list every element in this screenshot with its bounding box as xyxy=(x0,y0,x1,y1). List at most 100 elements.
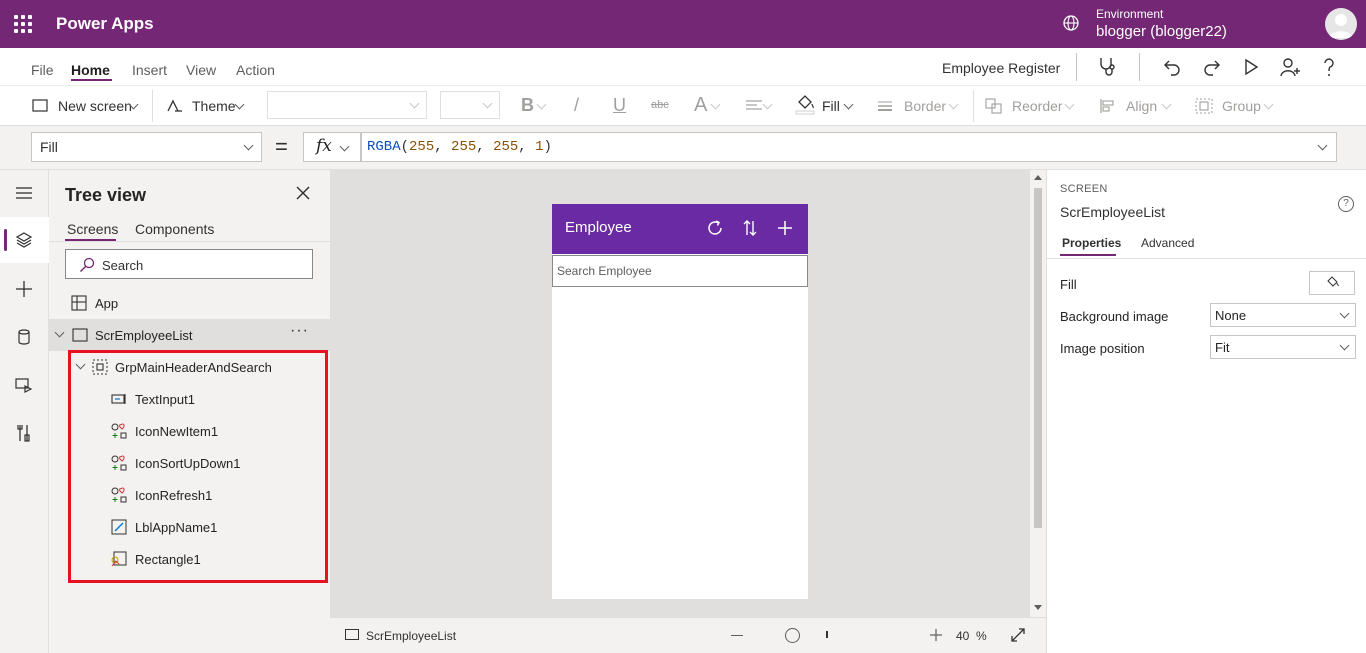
product-title[interactable]: Power Apps xyxy=(56,14,154,34)
person-icon xyxy=(1329,14,1353,38)
font-size-dropdown[interactable] xyxy=(440,91,500,119)
top-bar: Power Apps Environment blogger (blogger2… xyxy=(0,0,1366,48)
help-icon[interactable]: ? xyxy=(1338,196,1354,212)
menu-action[interactable]: Action xyxy=(236,62,275,78)
chevron-down-icon xyxy=(234,99,245,110)
chevron-down-icon[interactable] xyxy=(54,327,65,338)
zoom-value[interactable]: 40 xyxy=(956,629,969,643)
insert-nav-button[interactable] xyxy=(0,266,49,312)
fit-to-window-icon[interactable] xyxy=(1010,627,1026,643)
font-family-dropdown[interactable] xyxy=(267,91,427,119)
app-launcher-icon[interactable] xyxy=(14,15,32,33)
new-screen-button[interactable]: New screen xyxy=(58,98,132,114)
current-screen-name[interactable]: ScrEmployeeList xyxy=(366,629,456,643)
tab-components[interactable]: Components xyxy=(135,221,214,237)
image-position-dropdown[interactable]: Fit xyxy=(1210,335,1356,359)
zoom-slider-knob[interactable] xyxy=(785,628,800,643)
play-preview-icon[interactable] xyxy=(1240,56,1262,78)
scrollbar-thumb[interactable] xyxy=(1034,188,1042,528)
chevron-down-icon xyxy=(710,99,721,110)
background-image-dropdown[interactable]: None xyxy=(1210,303,1356,327)
border-button[interactable]: Border xyxy=(904,98,946,114)
tab-properties[interactable]: Properties xyxy=(1062,236,1121,250)
refresh-icon[interactable] xyxy=(705,218,725,238)
environment-name[interactable]: blogger (blogger22) xyxy=(1096,23,1227,40)
menu-file[interactable]: File xyxy=(31,62,54,78)
selected-control-name[interactable]: ScrEmployeeList xyxy=(1060,204,1165,220)
menu-home[interactable]: Home xyxy=(71,62,110,78)
group-icon[interactable] xyxy=(1195,98,1213,114)
zoom-unit: % xyxy=(976,629,987,643)
chevron-down-icon xyxy=(1339,308,1350,319)
formula-input[interactable]: RGBA(255, 255, 255, 1) xyxy=(361,132,1337,162)
group-button[interactable]: Group xyxy=(1222,98,1261,114)
function-picker-button[interactable]: fx xyxy=(303,132,361,162)
divider xyxy=(49,241,330,242)
canvas-vertical-scrollbar[interactable] xyxy=(1030,170,1046,617)
app-header-title[interactable]: Employee xyxy=(565,219,632,236)
fill-button[interactable]: Fill xyxy=(822,98,840,114)
app-header-rectangle[interactable]: Employee xyxy=(552,204,808,254)
sort-up-down-icon[interactable] xyxy=(740,218,760,238)
plus-icon xyxy=(16,281,32,297)
tab-advanced[interactable]: Advanced xyxy=(1141,236,1194,250)
formula-function-name: RGBA xyxy=(367,139,401,155)
zoom-out-icon[interactable] xyxy=(731,635,743,636)
menu-insert[interactable]: Insert xyxy=(132,62,167,78)
data-nav-button[interactable] xyxy=(0,314,49,360)
align-button[interactable]: Align xyxy=(1126,98,1157,114)
scroll-down-arrow-icon[interactable] xyxy=(1034,605,1042,610)
formula-arg: 1 xyxy=(535,139,544,155)
more-options-icon[interactable]: ··· xyxy=(290,322,309,340)
font-size-grow-button[interactable]: A xyxy=(694,94,707,117)
reorder-button[interactable]: Reorder xyxy=(1012,98,1063,114)
zoom-in-icon[interactable] xyxy=(930,629,942,641)
app-name[interactable]: Employee Register xyxy=(942,60,1060,76)
tree-search-input[interactable]: Search xyxy=(65,249,313,279)
bold-button[interactable]: B xyxy=(521,95,534,116)
expand-formula-chevron-icon[interactable] xyxy=(1317,140,1328,151)
text-align-icon[interactable] xyxy=(745,99,763,113)
fill-color-picker[interactable] xyxy=(1309,271,1355,295)
fill-bucket-icon[interactable] xyxy=(795,93,815,115)
app-screen-preview[interactable]: Employee Search Employee xyxy=(552,204,808,599)
border-icon[interactable] xyxy=(877,100,893,112)
italic-button[interactable]: / xyxy=(574,95,579,116)
strikethrough-button[interactable]: abc xyxy=(651,99,669,111)
align-icon[interactable] xyxy=(1099,98,1117,114)
menu-bar: File Home Insert View Action Employee Re… xyxy=(0,48,1366,86)
user-avatar[interactable] xyxy=(1325,8,1357,40)
divider xyxy=(1139,53,1140,81)
employee-search-input[interactable]: Search Employee xyxy=(552,255,808,287)
chevron-down-icon xyxy=(1339,340,1350,351)
tab-screens[interactable]: Screens xyxy=(67,221,118,237)
tree-node-app[interactable]: App xyxy=(49,287,330,319)
search-icon xyxy=(80,257,95,272)
menu-hamburger-button[interactable] xyxy=(0,170,49,216)
fill-property-label: Fill xyxy=(1060,277,1077,292)
property-dropdown[interactable]: Fill xyxy=(31,132,262,162)
tools-icon xyxy=(17,425,30,442)
help-question-icon[interactable] xyxy=(1318,56,1340,78)
close-icon[interactable] xyxy=(295,185,311,201)
highlight-annotation-box xyxy=(68,350,328,583)
advanced-tools-nav-button[interactable] xyxy=(0,410,49,456)
chevron-down-icon xyxy=(482,98,493,109)
environment-globe-icon[interactable] xyxy=(1062,14,1080,32)
app-checker-stethoscope-icon[interactable] xyxy=(1097,56,1119,78)
tree-view-nav-button[interactable] xyxy=(0,217,49,263)
image-position-value: Fit xyxy=(1215,340,1230,355)
add-new-item-icon[interactable] xyxy=(775,218,795,238)
undo-icon[interactable] xyxy=(1161,56,1183,78)
media-nav-button[interactable] xyxy=(0,362,49,408)
scroll-up-arrow-icon[interactable] xyxy=(1034,175,1042,180)
selected-kind-label: SCREEN xyxy=(1060,183,1108,195)
reorder-icon[interactable] xyxy=(985,98,1003,114)
underline-button[interactable]: U xyxy=(613,95,626,116)
theme-button[interactable]: Theme xyxy=(192,98,236,114)
menu-view[interactable]: View xyxy=(186,62,216,78)
app-grid-icon xyxy=(71,295,87,311)
redo-icon[interactable] xyxy=(1201,56,1223,78)
share-user-icon[interactable] xyxy=(1279,56,1301,78)
tree-node-screen[interactable]: ScrEmployeeList ··· xyxy=(49,319,330,351)
